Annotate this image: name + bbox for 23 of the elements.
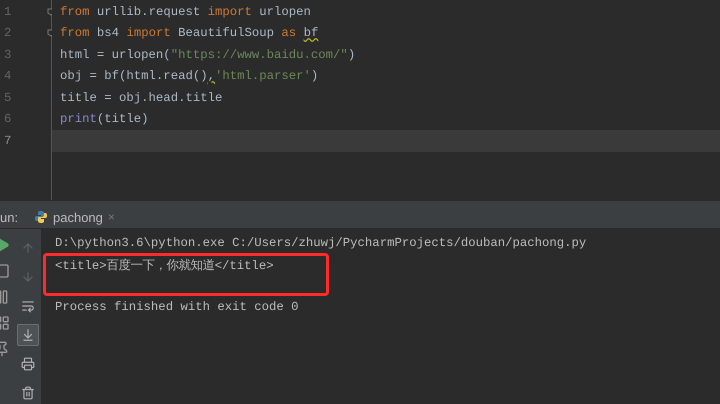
- code-line: print(title): [60, 111, 149, 128]
- tab-label: pachong: [53, 208, 103, 227]
- line-number: 7: [4, 132, 12, 150]
- python-icon: [34, 210, 48, 224]
- scroll-to-end-icon[interactable]: [20, 328, 34, 342]
- run-label: un:: [0, 208, 20, 227]
- console-output-line: D:\python3.6\python.exe C:/Users/zhuwj/PycharmProjects/douban/pachong.py: [55, 234, 586, 252]
- console-output-line: <title>百度一下，你就知道</title>: [55, 258, 274, 276]
- trash-icon[interactable]: [20, 386, 34, 400]
- line-number: 5: [4, 90, 12, 107]
- line-number: 2: [4, 25, 12, 42]
- code-line: html = urlopen("https://www.baidu.com/"): [60, 46, 356, 64]
- code-line: title = obj.head.title: [60, 90, 222, 107]
- code-line: obj = bf(html.read(),'html.parser'): [60, 68, 318, 86]
- code-line: from urllib.request import urlopen: [60, 4, 311, 21]
- wrap-icon[interactable]: [20, 298, 34, 313]
- line-number: 6: [4, 111, 12, 128]
- console-output-line: Process finished with exit code 0: [55, 299, 299, 316]
- code-line: from bs4 import BeautifulSoup as bf: [60, 25, 318, 42]
- line-number: 4: [4, 68, 12, 86]
- line-number: 1: [4, 4, 12, 21]
- line-number: 3: [4, 46, 12, 64]
- printer-icon[interactable]: [20, 356, 34, 371]
